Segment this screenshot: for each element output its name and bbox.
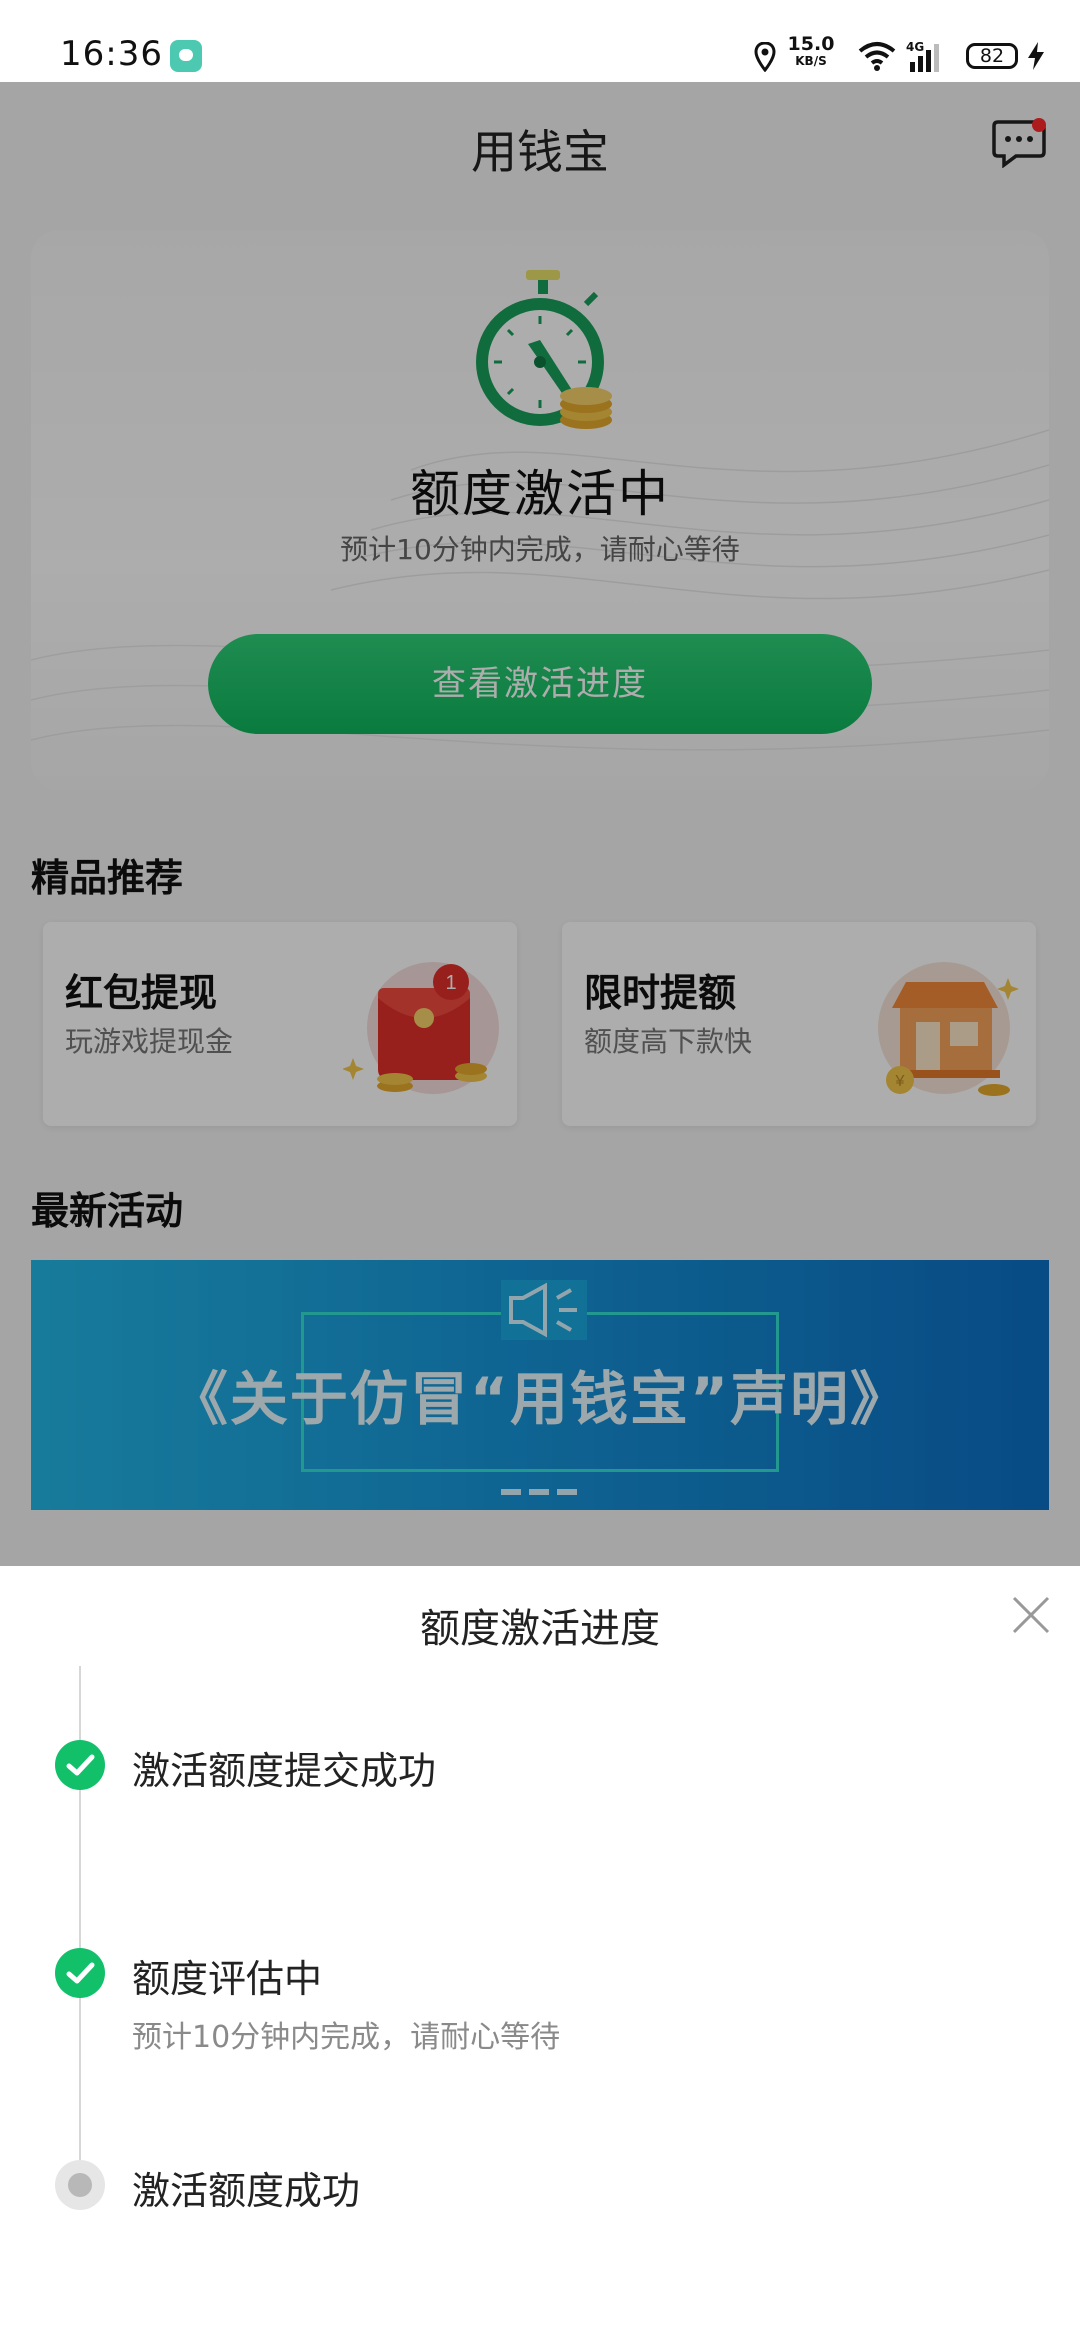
step-title: 激活额度成功: [132, 2169, 361, 2213]
step-done-icon: [55, 1948, 105, 1998]
status-icons: 15.0 KB/S 4G 82: [716, 33, 1046, 76]
step-title: 额度评估中: [132, 1957, 323, 2001]
sheet-title: 额度激活进度: [420, 1606, 660, 1652]
status-bar: 16:36 15.0 KB/S 4G 82: [0, 0, 1080, 82]
status-time: 16:36: [60, 34, 163, 74]
charging-bolt-icon: [1028, 42, 1044, 70]
location-icon: [754, 42, 776, 72]
chat-app-icon: [170, 40, 202, 72]
wifi-icon: [858, 42, 896, 71]
progress-sheet: 额度激活进度 激活额度提交成功 额度评估中 预计10分钟内完成，请耐心等待 激活…: [0, 1566, 1080, 2340]
step-title: 激活额度提交成功: [132, 1749, 437, 1793]
screen: 16:36 15.0 KB/S 4G 82 用钱宝 额度激活中 预计10分钟内完…: [0, 0, 1080, 2340]
close-icon[interactable]: [1010, 1594, 1052, 1636]
step-done-icon: [55, 1740, 105, 1790]
network-speed: 15.0 KB/S: [787, 33, 835, 69]
signal-icon: 4G: [906, 40, 950, 74]
step-subtitle: 预计10分钟内完成，请耐心等待: [132, 2020, 561, 2055]
modal-backdrop[interactable]: [0, 82, 1080, 1566]
battery-indicator: 82: [966, 43, 1018, 69]
step-pending-icon: [55, 2160, 105, 2210]
